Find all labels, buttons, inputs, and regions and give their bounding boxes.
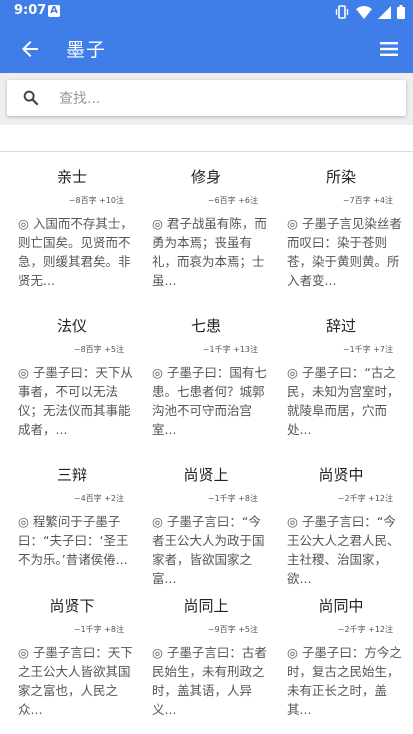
chapter-excerpt: ◎ 程繁问于子墨子曰：“夫子曰：‘圣王不为乐。’昔诸侯倦... bbox=[18, 514, 129, 567]
chapter-card[interactable]: 修身 ~6百字 +6注 ◎ 君子战虽有陈，而勇为本焉；丧虽有礼，而哀为本焉；士虽… bbox=[142, 160, 270, 300]
chapter-meta: ~6百字 +6注 bbox=[207, 196, 258, 205]
chapter-meta: ~8百字 +10注 bbox=[68, 196, 124, 205]
chapter-meta: ~1千字 +8注 bbox=[73, 625, 124, 634]
chapter-title: 尚同中 bbox=[318, 597, 364, 615]
search-input[interactable] bbox=[57, 80, 391, 118]
chapter-excerpt: ◎ 子墨子言曰：“今王公大人之君人民、主社稷、治国家，欲... bbox=[287, 514, 400, 586]
status-icons bbox=[334, 4, 405, 20]
chapter-excerpt: ◎ 君子战虽有陈，而勇为本焉；丧虽有礼，而哀为本焉；士虽... bbox=[152, 216, 267, 288]
chapter-title: 尚同上 bbox=[183, 597, 229, 615]
chapter-title: 尚贤中 bbox=[318, 466, 364, 484]
chapter-excerpt: ◎ 子墨子言曰：古者民始生，未有刑政之时，盖其语，人异义... bbox=[152, 645, 267, 717]
chapter-meta: ~1千字 +13注 bbox=[202, 345, 258, 354]
chapter-card[interactable]: 尚贤上 ~1千字 +8注 ◎ 子墨子言曰：“今者王公大人为政于国家者，皆欲国家之… bbox=[142, 458, 270, 598]
chapter-meta: ~2千字 +12注 bbox=[337, 625, 393, 634]
chapter-excerpt: ◎ 入国而不存其士，则亡国矣。见贤而不急，则缓其君矣。非贤无... bbox=[18, 216, 133, 288]
chapter-excerpt: ◎ 子墨子言见染丝者而叹曰：染于苍则苍，染于黄则黄。所入者变... bbox=[287, 216, 402, 288]
chapter-excerpt: ◎ 子墨子曰：天下从事者，不可以无法仪；无法仪而其事能成者，... bbox=[18, 365, 133, 437]
search-icon bbox=[23, 90, 39, 106]
chapter-meta: ~2千字 +12注 bbox=[337, 494, 393, 503]
status-bar: 9:07 A bbox=[0, 0, 413, 24]
search-area bbox=[0, 73, 413, 125]
chapter-card[interactable]: 所染 ~7百字 +4注 ◎ 子墨子言见染丝者而叹曰：染于苍则苍，染于黄则黄。所入… bbox=[277, 160, 405, 300]
chapter-excerpt: ◎ 子墨子曰：方今之时，复古之民始生，未有正长之时，盖其... bbox=[287, 645, 402, 717]
chapter-card[interactable]: 尚贤下 ~1千字 +8注 ◎ 子墨子言曰：天下之王公大人皆欲其国家之富也，人民之… bbox=[8, 589, 136, 729]
chapter-title: 尚贤上 bbox=[183, 466, 229, 484]
chapter-card[interactable]: 七患 ~1千字 +13注 ◎ 子墨子曰：国有七患。七患者何？城郭沟池不可守而治宫… bbox=[142, 309, 270, 449]
chapter-title: 三辩 bbox=[56, 466, 87, 484]
status-time: 9:07 bbox=[14, 3, 47, 18]
wifi-icon bbox=[356, 5, 372, 19]
divider bbox=[0, 151, 413, 152]
chapter-meta: ~1千字 +7注 bbox=[342, 345, 393, 354]
chapter-card[interactable]: 三辩 ~4百字 +2注 ◎ 程繁问于子墨子曰：“夫子曰：‘圣王不为乐。’昔诸侯倦… bbox=[8, 458, 136, 598]
chapter-card[interactable]: 尚同上 ~9百字 +5注 ◎ 子墨子言曰：古者民始生，未有刑政之时，盖其语，人异… bbox=[142, 589, 270, 729]
signal-icon bbox=[378, 5, 391, 19]
app-bar: 墨子 bbox=[0, 24, 413, 73]
menu-icon[interactable] bbox=[377, 37, 401, 61]
chapter-excerpt: ◎ 子墨子言曰：天下之王公大人皆欲其国家之富也，人民之众... bbox=[18, 645, 133, 717]
chapter-card[interactable]: 尚同中 ~2千字 +12注 ◎ 子墨子曰：方今之时，复古之民始生，未有正长之时，… bbox=[277, 589, 405, 729]
back-arrow-icon[interactable] bbox=[18, 37, 42, 61]
chapter-excerpt: ◎ 子墨子曰：国有七患。七患者何？城郭沟池不可守而治宫室... bbox=[152, 365, 267, 437]
chapter-meta: ~9百字 +5注 bbox=[207, 625, 258, 634]
chapter-card[interactable]: 亲士 ~8百字 +10注 ◎ 入国而不存其士，则亡国矣。见贤而不急，则缓其君矣。… bbox=[8, 160, 136, 300]
chapter-meta: ~4百字 +2注 bbox=[73, 494, 124, 503]
chapter-title: 辞过 bbox=[325, 317, 356, 335]
chapter-excerpt: ◎ 子墨子言曰：“今者王公大人为政于国家者，皆欲国家之富... bbox=[152, 514, 265, 586]
chapter-title: 尚贤下 bbox=[49, 597, 95, 615]
notification-icon: A bbox=[48, 5, 60, 17]
chapter-title: 亲士 bbox=[56, 168, 87, 186]
vibrate-icon bbox=[335, 5, 349, 19]
chapter-meta: ~7百字 +4注 bbox=[342, 196, 393, 205]
battery-icon bbox=[397, 5, 405, 19]
chapter-meta: ~1千字 +8注 bbox=[207, 494, 258, 503]
search-box[interactable] bbox=[7, 80, 406, 118]
chapter-title: 法仪 bbox=[56, 317, 87, 335]
chapter-title: 修身 bbox=[190, 168, 221, 186]
chapter-title: 所染 bbox=[325, 168, 356, 186]
page-title: 墨子 bbox=[66, 39, 107, 61]
chapter-card[interactable]: 辞过 ~1千字 +7注 ◎ 子墨子曰：“古之民，未知为宫室时，就陵阜而居，穴而处… bbox=[277, 309, 405, 449]
chapter-card[interactable]: 法仪 ~8百字 +5注 ◎ 子墨子曰：天下从事者，不可以无法仪；无法仪而其事能成… bbox=[8, 309, 136, 449]
spacer bbox=[0, 125, 413, 153]
chapter-excerpt: ◎ 子墨子曰：“古之民，未知为宫室时，就陵阜而居，穴而处... bbox=[287, 365, 400, 437]
chapter-card[interactable]: 尚贤中 ~2千字 +12注 ◎ 子墨子言曰：“今王公大人之君人民、主社稷、治国家… bbox=[277, 458, 405, 598]
chapter-meta: ~8百字 +5注 bbox=[73, 345, 124, 354]
chapter-title: 七患 bbox=[190, 317, 221, 335]
